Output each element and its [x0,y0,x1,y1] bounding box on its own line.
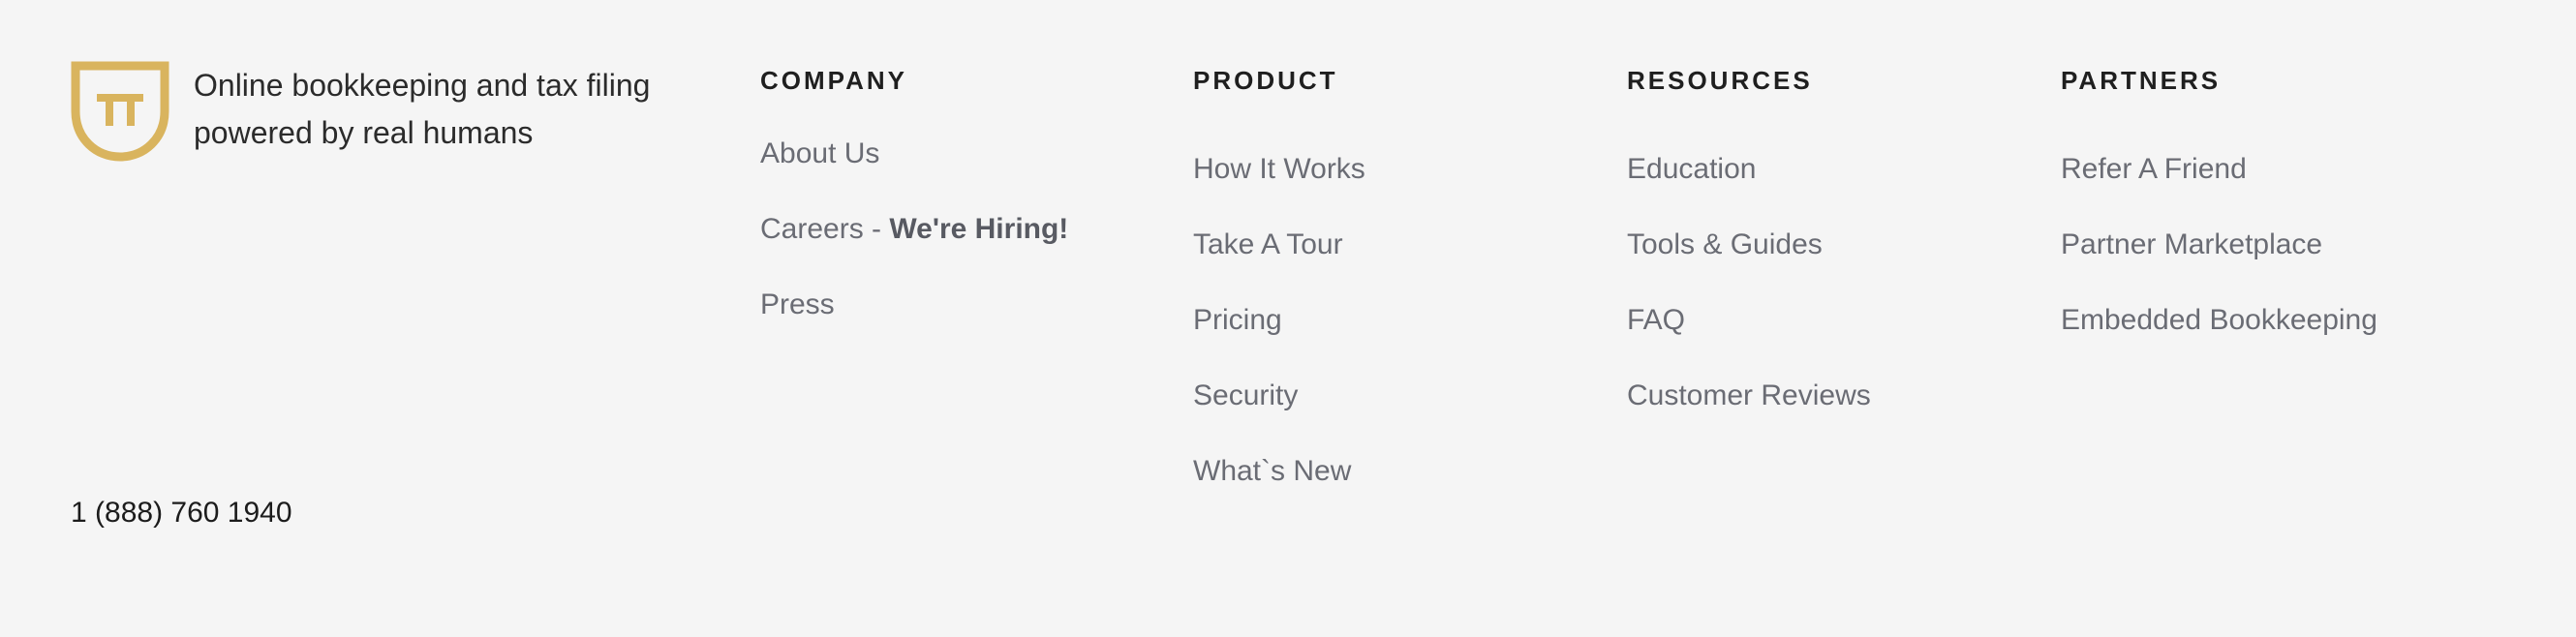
list-item: What`s New [1193,434,1365,509]
footer-brand: Online bookkeeping and tax filing powere… [71,61,736,162]
list-item: Refer A Friend [2061,132,2377,207]
list-item: How It Works [1193,132,1365,207]
education-link[interactable]: Education [1627,153,1756,186]
list-item: About Us [760,116,1068,192]
list-item: Embedded Bookkeeping [2061,283,2377,358]
list-item: Press [760,267,1068,343]
refer-a-friend-link[interactable]: Refer A Friend [2061,153,2247,186]
press-link[interactable]: Press [760,288,835,321]
faq-link[interactable]: FAQ [1627,304,1685,337]
list-item: Careers - We're Hiring! [760,192,1068,267]
embedded-bookkeeping-link[interactable]: Embedded Bookkeeping [2061,304,2377,337]
list-item: Pricing [1193,283,1365,358]
whats-new-link[interactable]: What`s New [1193,455,1351,488]
partner-marketplace-link[interactable]: Partner Marketplace [2061,228,2322,261]
column-heading-partners: PARTNERS [2061,66,2222,95]
site-footer: Online bookkeeping and tax filing powere… [0,0,2576,637]
list-item: Security [1193,358,1365,434]
footer-tagline: Online bookkeeping and tax filing powere… [194,68,651,150]
footer-column-company: COMPANY About Us Careers - We're Hiring!… [760,66,1068,343]
tools-guides-link[interactable]: Tools & Guides [1627,228,1823,261]
customer-reviews-link[interactable]: Customer Reviews [1627,379,1871,412]
column-heading-company: COMPANY [760,66,907,95]
footer-column-partners: PARTNERS Refer A Friend Partner Marketpl… [2061,66,2377,358]
list-item: FAQ [1627,283,1871,358]
list-item: Education [1627,132,1871,207]
company-links: About Us Careers - We're Hiring! Press [760,116,1068,343]
product-links: How It Works Take A Tour Pricing Securit… [1193,132,1365,509]
pricing-link[interactable]: Pricing [1193,304,1282,337]
hiring-emphasis: We're Hiring! [889,213,1069,245]
careers-label: Careers - [760,213,890,245]
list-item: Customer Reviews [1627,358,1871,434]
resources-links: Education Tools & Guides FAQ Customer Re… [1627,132,1871,434]
partners-links: Refer A Friend Partner Marketplace Embed… [2061,132,2377,358]
pi-shield-logo-icon[interactable] [71,61,169,162]
list-item: Tools & Guides [1627,207,1871,283]
list-item: Take A Tour [1193,207,1365,283]
security-link[interactable]: Security [1193,379,1298,412]
footer-column-product: PRODUCT How It Works Take A Tour Pricing… [1193,66,1365,509]
column-heading-product: PRODUCT [1193,66,1338,95]
take-a-tour-link[interactable]: Take A Tour [1193,228,1343,261]
how-it-works-link[interactable]: How It Works [1193,153,1365,186]
list-item: Partner Marketplace [2061,207,2377,283]
footer-column-resources: RESOURCES Education Tools & Guides FAQ C… [1627,66,1871,434]
careers-link[interactable]: Careers - We're Hiring! [760,213,1068,246]
column-heading-resources: RESOURCES [1627,66,1813,95]
about-us-link[interactable]: About Us [760,137,879,170]
phone-number-link[interactable]: 1 (888) 760 1940 [71,494,292,532]
